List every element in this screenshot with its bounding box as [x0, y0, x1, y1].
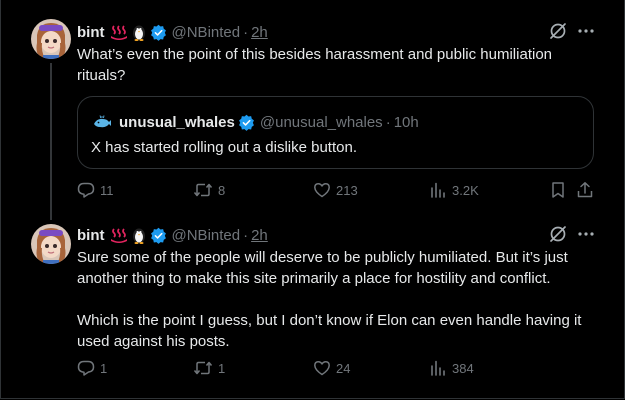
- verified-badge-icon[interactable]: [150, 227, 167, 244]
- quoted-author-name[interactable]: unusual_whales: [119, 114, 235, 131]
- quoted-post-timestamp[interactable]: 10h: [394, 114, 419, 131]
- like-count: 213: [336, 182, 358, 198]
- author-handle[interactable]: @NBinted: [172, 227, 241, 244]
- like-count: 24: [336, 360, 351, 376]
- verified-badge-icon[interactable]: [150, 24, 167, 41]
- avatar[interactable]: [31, 19, 71, 59]
- post-paragraph: What’s even the point of this besides ha…: [77, 46, 552, 84]
- views-button[interactable]: 3.2K: [429, 181, 479, 199]
- view-count: 3.2K: [452, 182, 479, 198]
- repost-button[interactable]: 1: [193, 359, 225, 377]
- post-text: Sure some of the people will deserve to …: [77, 247, 597, 352]
- heart-icon: [314, 183, 330, 198]
- separator-dot: ·: [243, 226, 249, 244]
- repost-count: 1: [218, 360, 226, 376]
- penguin-emoji: [132, 25, 145, 41]
- post-actions: 11 8 213 3.2K: [77, 181, 597, 201]
- like-button[interactable]: 213: [313, 181, 358, 199]
- repost-icon: [193, 183, 213, 197]
- thread-connector-line: [50, 63, 52, 220]
- separator-dot: ·: [243, 23, 249, 41]
- post-timestamp[interactable]: 2h: [251, 24, 268, 41]
- avatar-image: [31, 224, 71, 264]
- reply-icon: [77, 360, 95, 376]
- more-options-icon[interactable]: [577, 225, 595, 243]
- reply-count: 1: [100, 360, 108, 376]
- reply-count: 11: [100, 182, 114, 198]
- hot-springs-emoji: [110, 228, 127, 243]
- quoted-post-header: unusual_whales @unusual_whales · 10h: [91, 111, 419, 133]
- penguin-emoji: [132, 228, 145, 244]
- heart-icon: [314, 361, 330, 376]
- share-icon: [577, 182, 593, 198]
- author-name[interactable]: bint: [77, 24, 105, 41]
- avatar-image: [31, 19, 71, 59]
- bookmark-button[interactable]: [549, 181, 572, 199]
- quoted-author-handle[interactable]: @unusual_whales: [260, 114, 383, 131]
- view-count: 384: [452, 360, 474, 376]
- views-chart-icon: [431, 360, 445, 376]
- repost-button[interactable]: 8: [193, 181, 225, 199]
- like-button[interactable]: 24: [313, 359, 350, 377]
- grok-icon[interactable]: [549, 22, 567, 40]
- repost-count: 8: [218, 182, 226, 198]
- views-chart-icon: [431, 182, 445, 198]
- reply-button[interactable]: 11: [77, 181, 114, 199]
- reply-button[interactable]: 1: [77, 359, 107, 377]
- quoted-author-avatar[interactable]: [91, 111, 113, 133]
- more-options-icon[interactable]: [577, 22, 595, 40]
- share-button[interactable]: [576, 181, 599, 199]
- post-top-icons: [549, 22, 595, 40]
- verified-badge-icon[interactable]: [238, 114, 255, 131]
- post-header: bint @NBinted · 2h: [77, 21, 268, 43]
- author-handle[interactable]: @NBinted: [172, 24, 241, 41]
- author-name[interactable]: bint: [77, 227, 105, 244]
- views-button[interactable]: 384: [429, 359, 474, 377]
- bookmark-icon: [552, 182, 564, 198]
- quoted-post[interactable]: unusual_whales @unusual_whales · 10h X h…: [77, 96, 594, 169]
- repost-icon: [193, 361, 213, 375]
- grok-icon[interactable]: [549, 225, 567, 243]
- post-timestamp[interactable]: 2h: [251, 227, 268, 244]
- avatar[interactable]: [31, 224, 71, 264]
- post[interactable]: bint @NBinted · 2h Sure some of the peop…: [0, 215, 625, 400]
- post[interactable]: bint @NBinted · 2h What’s even the point…: [0, 0, 625, 220]
- separator-dot: ·: [385, 113, 391, 131]
- hot-springs-emoji: [110, 25, 127, 40]
- post-actions: 1 1 24 384: [77, 359, 597, 379]
- quoted-post-text: X has started rolling out a dislike butt…: [91, 139, 357, 156]
- reply-icon: [77, 182, 95, 198]
- post-text: What’s even the point of this besides ha…: [77, 44, 597, 86]
- post-paragraph: Sure some of the people will deserve to …: [77, 249, 568, 287]
- post-paragraph: Which is the point I guess, but I don’t …: [77, 312, 582, 350]
- post-top-icons: [549, 225, 595, 243]
- post-header: bint @NBinted · 2h: [77, 224, 268, 246]
